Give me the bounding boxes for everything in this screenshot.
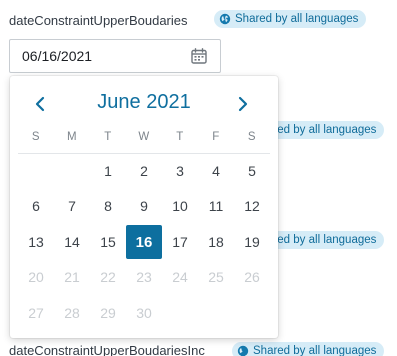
day-cell-selected[interactable]: 16 <box>126 225 162 259</box>
shared-badge-label: Shared by all languages <box>253 345 377 356</box>
date-input[interactable]: 06/16/2021 <box>9 39 221 73</box>
weekday-label: M <box>66 131 78 143</box>
day-cell-empty <box>54 153 90 189</box>
day-grid: 1 2 3 4 5 6 7 8 9 10 11 12 13 14 15 16 17 18 19 20 21 22 23 24 2… <box>18 153 270 331</box>
weekday-label: S <box>247 131 257 143</box>
day-cell[interactable]: 5 <box>234 153 270 189</box>
day-cell[interactable]: 1 <box>90 153 126 189</box>
day-cell[interactable]: 14 <box>54 224 90 260</box>
day-cell[interactable]: 13 <box>18 224 54 260</box>
day-cell: 29 <box>100 304 116 321</box>
field-label: dateConstraintUpperBoudaries <box>9 13 188 28</box>
weekday-label: T <box>104 131 112 143</box>
day-cell[interactable]: 11 <box>198 189 234 225</box>
field-label: dateConstraintUpperBoudariesInc <box>9 343 205 356</box>
weekday-label: T <box>176 131 184 143</box>
day-cell[interactable]: 9 <box>126 189 162 225</box>
day-cell: 20 <box>28 269 44 286</box>
weekday-label: F <box>212 131 220 143</box>
shared-badge: Shared by all languages <box>232 342 385 356</box>
date-picker: June 2021 S M T W T F S 1 2 3 4 5 6 7 8 9 10 11 12 1… <box>10 76 278 338</box>
day-cell[interactable]: 18 <box>198 224 234 260</box>
weekday-label: W <box>138 131 150 143</box>
globe-icon <box>219 13 231 25</box>
day-cell: 22 <box>100 269 116 286</box>
weekday-header: S M T W T F S <box>18 131 270 143</box>
day-cell: 23 <box>136 269 152 286</box>
page: dateConstraintUpperBoudaries Shared by a… <box>0 0 397 356</box>
shared-badge: Shared by all languages <box>214 10 367 28</box>
globe-icon <box>237 345 249 356</box>
day-cell[interactable]: 8 <box>90 189 126 225</box>
day-cell[interactable]: 4 <box>198 153 234 189</box>
day-cell[interactable]: 2 <box>126 153 162 189</box>
shared-badge-label: Shared by all languages <box>235 13 359 25</box>
day-cell: 26 <box>244 269 260 286</box>
day-cell[interactable]: 19 <box>234 224 270 260</box>
day-cell: 21 <box>64 269 80 286</box>
day-cell[interactable]: 7 <box>54 189 90 225</box>
day-cell[interactable]: 10 <box>162 189 198 225</box>
day-cell[interactable]: 17 <box>162 224 198 260</box>
weekday-label: S <box>31 131 41 143</box>
day-cell: 27 <box>28 304 44 321</box>
chevron-right-icon[interactable] <box>232 93 254 115</box>
day-cell: 30 <box>136 304 152 321</box>
day-cell[interactable]: 15 <box>90 224 126 260</box>
day-cell: 28 <box>64 304 80 321</box>
day-cell-empty <box>18 153 54 189</box>
day-cell[interactable]: 6 <box>18 189 54 225</box>
calendar-icon[interactable] <box>190 47 208 65</box>
day-cell[interactable]: 12 <box>234 189 270 225</box>
day-cell: 25 <box>208 269 224 286</box>
day-cell: 24 <box>172 269 188 286</box>
day-cell[interactable]: 3 <box>162 153 198 189</box>
date-input-value[interactable]: 06/16/2021 <box>22 48 92 64</box>
